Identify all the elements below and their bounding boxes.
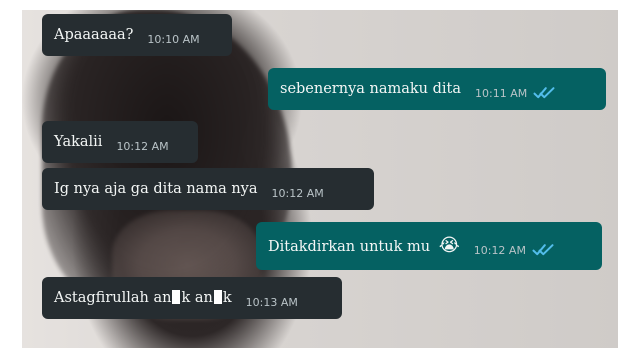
message-meta: 10:13 AM [246,297,298,308]
message-meta: 10:10 AM [147,34,199,45]
message-bubble-incoming[interactable]: Ig nya aja ga dita nama nya 10:12 AM [42,168,374,210]
message-text: Apaaaaaa? [54,26,134,43]
message-meta: 10:12 AM [116,141,168,152]
message-meta: 10:11 AM [475,86,555,100]
message-text: sebenernya namaku dita [280,80,462,97]
message-bubble-outgoing[interactable]: sebenernya namaku dita 10:11 AM [268,68,606,110]
censor-block [172,290,181,305]
message-time: 10:13 AM [245,295,298,309]
message-meta: 10:12 AM [474,243,554,257]
censor-block [213,290,222,305]
message-text: Yakalii [54,133,103,150]
double-check-read-icon [532,244,554,256]
message-text: Ig nya aja ga dita nama nya [54,180,258,197]
message-text: Astagfirullah an k an k [54,290,232,306]
message-time: 10:10 AM [147,32,200,46]
message-text-main: Ditakdirkan untuk mu [268,239,431,255]
message-text: Ditakdirkan untuk mu 😭 [268,237,460,255]
message-text-part: k an [181,290,213,307]
message-time: 10:12 AM [271,186,324,200]
message-bubble-incoming[interactable]: Astagfirullah an k an k 10:13 AM [42,277,342,319]
chat-screen: Apaaaaaa? 10:10 AM sebenernya namaku dit… [22,10,618,348]
message-time: 10:12 AM [473,243,526,257]
message-text-part: Astagfirullah an [54,290,172,307]
message-text-part: k [222,290,232,307]
double-check-read-icon [533,87,555,99]
message-time: 10:12 AM [116,139,169,153]
message-meta: 10:12 AM [272,188,324,199]
message-bubble-outgoing[interactable]: Ditakdirkan untuk mu 😭 10:12 AM [256,222,602,270]
message-bubble-incoming[interactable]: Apaaaaaa? 10:10 AM [42,14,232,56]
crying-face-emoji: 😭 [438,235,460,256]
message-bubble-incoming[interactable]: Yakalii 10:12 AM [42,121,198,163]
message-time: 10:11 AM [475,86,528,100]
